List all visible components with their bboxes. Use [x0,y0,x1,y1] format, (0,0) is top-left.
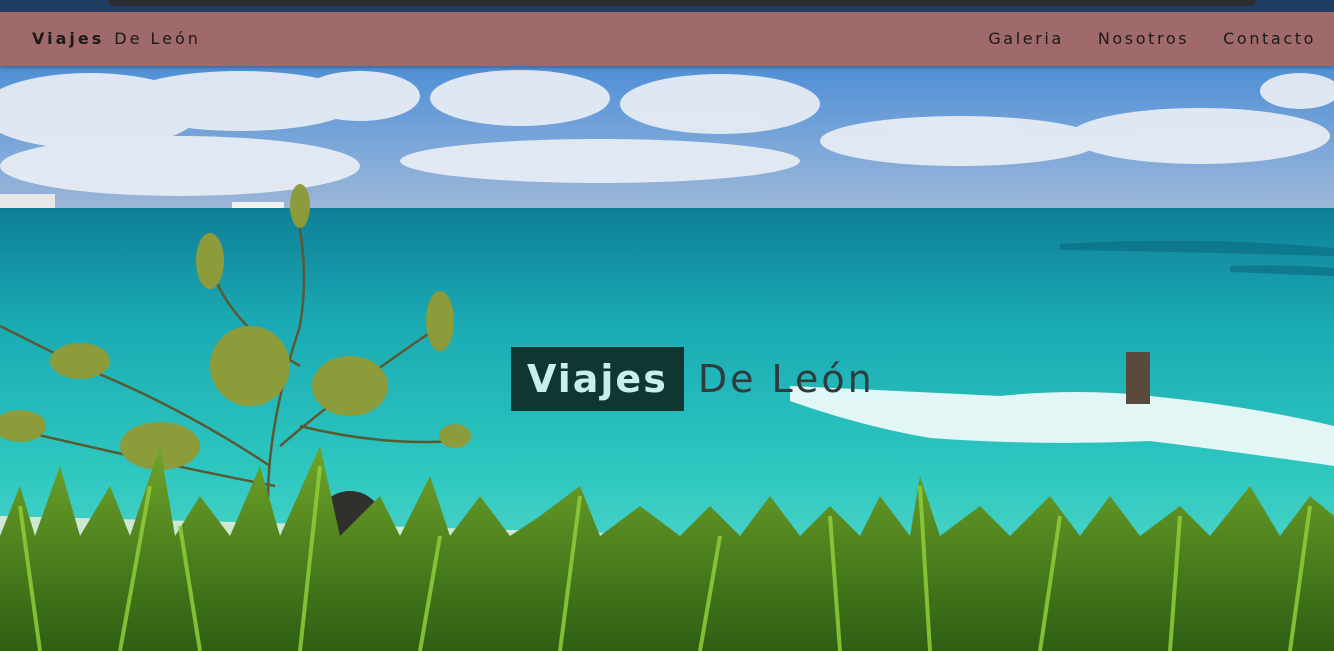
browser-frame-bar [108,0,1256,6]
nav-link-nosotros[interactable]: Nosotros [1098,29,1189,48]
hero-title-bold: Viajes [511,347,684,411]
brand-bold-text: Viajes [32,29,105,48]
hero-section: Viajes De León [0,66,1334,651]
nav-link-galeria[interactable]: Galeria [988,29,1064,48]
browser-top-strip [0,0,1334,12]
site-brand[interactable]: Viajes De León [32,29,201,48]
hero-title-rest: De León [697,357,875,401]
nav-link-contacto[interactable]: Contacto [1223,29,1316,48]
brand-rest-text: De León [114,29,201,48]
site-navbar: Viajes De León Galeria Nosotros Contacto [0,12,1334,66]
hero-title: Viajes De León [511,347,875,411]
nav-links: Galeria Nosotros Contacto [988,29,1316,48]
